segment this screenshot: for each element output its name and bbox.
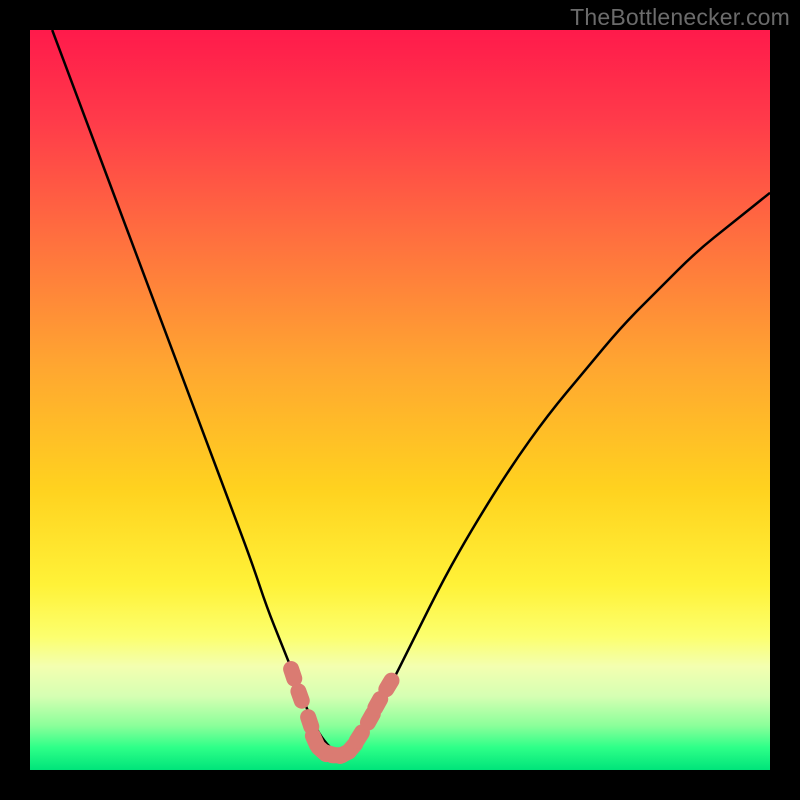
bottleneck-chart — [30, 30, 770, 770]
chart-frame: TheBottlenecker.com — [0, 0, 800, 800]
plot-area — [30, 30, 770, 770]
watermark-text: TheBottlenecker.com — [570, 4, 790, 31]
gradient-background — [30, 30, 770, 770]
